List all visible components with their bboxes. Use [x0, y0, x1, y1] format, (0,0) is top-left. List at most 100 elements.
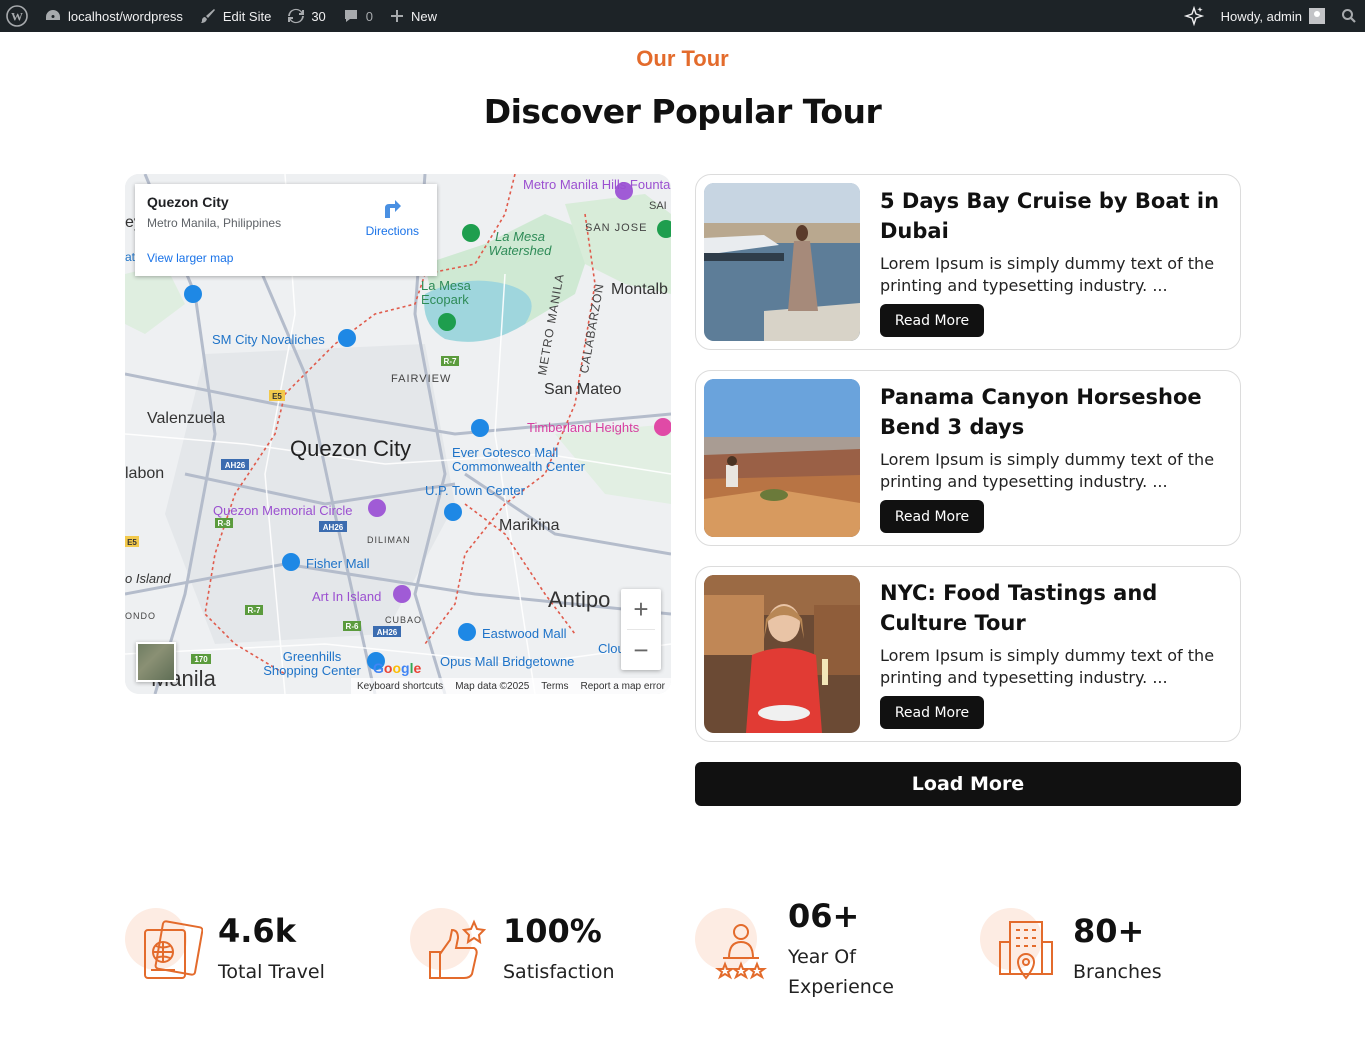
- stat-value: 80+: [1073, 912, 1145, 950]
- tour-image-dubai[interactable]: [704, 183, 860, 341]
- updates-link[interactable]: 30: [279, 0, 333, 32]
- read-more-button[interactable]: Read More: [880, 500, 984, 533]
- thumbs-up-icon: [429, 919, 487, 979]
- wordpress-logo-menu[interactable]: W: [0, 0, 36, 32]
- ai-assistant-button[interactable]: [1175, 0, 1213, 32]
- howdy-label: Howdy, admin: [1220, 8, 1302, 24]
- updates-icon: [288, 8, 305, 24]
- google-logo: Google: [373, 660, 422, 676]
- section-kicker: Our Tour: [636, 46, 729, 71]
- map-label: Timberland Heights: [527, 420, 640, 435]
- edit-site-label: Edit Site: [222, 8, 272, 24]
- map-label: Opus Mall Bridgetowne: [440, 654, 575, 669]
- stat-total-travel: 4.6k Total Travel: [125, 900, 375, 1010]
- map-label: Eastwood Mall: [482, 626, 567, 641]
- sparkle-icon: [1183, 5, 1204, 27]
- map-label: La Mesa Watershed: [488, 229, 552, 258]
- tour-title[interactable]: 5 Days Bay Cruise by Boat in Dubai: [880, 186, 1230, 246]
- map-data-text: Map data ©2025: [455, 680, 530, 692]
- tour-card: Panama Canyon Horseshoe Bend 3 days Lore…: [695, 370, 1241, 546]
- map-label: Metro Manila Hills Fountain: [523, 177, 671, 192]
- tour-description: Lorem Ipsum is simply dummy text of the …: [880, 450, 1215, 491]
- load-more-button[interactable]: Load More: [695, 762, 1241, 806]
- stat-satisfaction: 100% Satisfaction: [410, 900, 660, 1010]
- report-error-link[interactable]: Report a map error: [581, 681, 665, 692]
- directions-icon: [385, 200, 402, 218]
- map-label: Ever Gotesco Mall Commonwealth Center: [452, 445, 585, 474]
- avatar: [1309, 8, 1325, 24]
- map-label: Greenhills Shopping Center: [263, 649, 361, 678]
- tour-title[interactable]: NYC: Food Tastings and Culture Tour: [880, 578, 1230, 638]
- svg-text:AH26: AH26: [377, 628, 398, 637]
- map-label: Valenzuela: [147, 410, 225, 427]
- new-content-link[interactable]: New: [381, 0, 445, 32]
- map-label: Art In Island: [312, 589, 382, 604]
- plus-icon: [391, 10, 404, 22]
- map-label: DILIMAN: [367, 535, 411, 545]
- edit-site-link[interactable]: Edit Site: [191, 0, 279, 32]
- svg-text:R-7: R-7: [248, 606, 261, 615]
- experience-icon: [715, 924, 767, 980]
- stat-label: Total Travel: [218, 961, 325, 983]
- svg-text:R-8: R-8: [218, 519, 231, 528]
- map-label: at: [125, 250, 136, 264]
- stat-label: Branches: [1073, 961, 1162, 983]
- satellite-toggle[interactable]: [136, 642, 176, 682]
- keyboard-shortcuts-link[interactable]: Keyboard shortcuts: [357, 681, 443, 692]
- svg-text:W: W: [11, 10, 23, 24]
- stat-value: 100%: [503, 912, 602, 950]
- view-larger-map-link[interactable]: View larger map: [147, 251, 233, 265]
- read-more-button[interactable]: Read More: [880, 304, 984, 337]
- directions-button[interactable]: Directions: [366, 198, 419, 238]
- tour-description: Lorem Ipsum is simply dummy text of the …: [880, 254, 1215, 295]
- stat-experience: 06+ Year Of Experience: [695, 897, 945, 1010]
- google-map[interactable]: E5 AH26 AH26 AH26 R-7 R-8 R-7 R-6 170 E5…: [125, 174, 671, 694]
- tour-image-nyc-food[interactable]: [704, 575, 860, 733]
- tour-card: 5 Days Bay Cruise by Boat in Dubai Lorem…: [695, 174, 1241, 350]
- passport-icon: [144, 920, 203, 979]
- building-icon: [999, 921, 1053, 980]
- directions-label: Directions: [365, 224, 419, 238]
- map-label: SAN JOSE: [585, 222, 648, 234]
- map-label: Quezon City: [290, 436, 412, 461]
- search-button[interactable]: [1333, 0, 1365, 32]
- map-label: CUBAO: [385, 615, 423, 625]
- map-place-name: Quezon City: [147, 194, 229, 210]
- dashboard-icon: [46, 10, 60, 20]
- map-info-card: Quezon City Metro Manila, Philippines Vi…: [135, 184, 437, 276]
- section-title: Discover Popular Tour: [483, 92, 882, 131]
- comment-icon: [344, 10, 357, 22]
- terms-link[interactable]: Terms: [541, 681, 568, 692]
- svg-text:E5: E5: [127, 538, 137, 547]
- map-label: FAIRVIEW: [391, 373, 452, 385]
- site-name: localhost/wordpress: [68, 8, 183, 24]
- map-label: Quezon Memorial Circle: [213, 503, 353, 518]
- wordpress-icon: W: [6, 5, 28, 27]
- tour-image-canyon[interactable]: [704, 379, 860, 537]
- svg-text:AH26: AH26: [323, 523, 344, 532]
- map-label: SM City Novaliches: [212, 332, 325, 347]
- map-label: Fisher Mall: [306, 556, 370, 571]
- stat-label: Year Of Experience: [788, 946, 894, 998]
- map-label: La Mesa Ecopark: [421, 278, 471, 307]
- map-label: Marikina: [499, 517, 560, 534]
- map-label: o Island: [125, 571, 171, 586]
- comments-link[interactable]: 0: [334, 0, 381, 32]
- tour-title[interactable]: Panama Canyon Horseshoe Bend 3 days: [880, 382, 1230, 442]
- search-icon: [1342, 9, 1356, 23]
- svg-text:R-7: R-7: [444, 357, 457, 366]
- brush-icon: [200, 9, 215, 23]
- zoom-in-button[interactable]: +: [621, 589, 661, 629]
- my-account-menu[interactable]: Howdy, admin: [1213, 0, 1333, 32]
- site-name-link[interactable]: localhost/wordpress: [36, 0, 191, 32]
- read-more-button[interactable]: Read More: [880, 696, 984, 729]
- new-label: New: [411, 8, 438, 24]
- svg-text:E5: E5: [272, 392, 282, 401]
- svg-text:170: 170: [194, 655, 208, 664]
- map-label: San Mateo: [544, 381, 622, 398]
- map-attribution: Keyboard shortcuts Map data ©2025 Terms …: [351, 678, 671, 694]
- svg-text:R-6: R-6: [346, 622, 359, 631]
- comments-count: 0: [365, 8, 374, 24]
- zoom-out-button[interactable]: −: [621, 630, 661, 670]
- stat-branches: 80+ Branches: [980, 900, 1230, 1010]
